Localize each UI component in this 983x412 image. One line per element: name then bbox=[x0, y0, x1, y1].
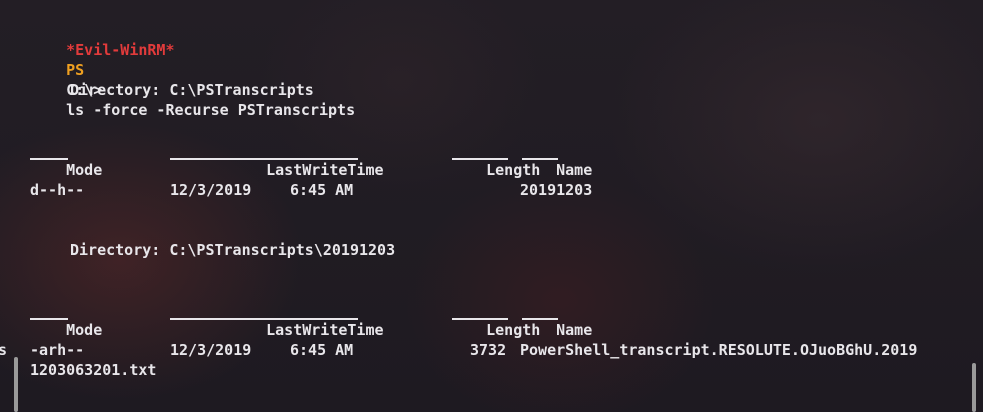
row-date-2: 12/3/2019 bbox=[170, 341, 252, 359]
header-underline bbox=[452, 158, 508, 160]
header-underline bbox=[522, 158, 558, 160]
header-underline bbox=[522, 318, 558, 320]
row-length-2: 3732 bbox=[470, 341, 507, 359]
row-time-2: 6:45 AM bbox=[290, 341, 354, 359]
header-lastwrite-1: LastWriteTime bbox=[170, 140, 384, 179]
header-name-2: Name bbox=[520, 300, 592, 339]
row-name-2-wrap: 1203063201.txt bbox=[30, 361, 157, 379]
terminal-window[interactable]: *Evil-WinRM* PS C:\> ls -force -Recurse … bbox=[0, 0, 983, 412]
header-underline bbox=[170, 318, 358, 320]
prompt-line: *Evil-WinRM* PS C:\> ls -force -Recurse … bbox=[30, 20, 355, 119]
directory-heading-1: Directory: C:\PSTranscripts bbox=[70, 81, 314, 99]
header-mode-text: Mode bbox=[66, 321, 103, 339]
header-underline bbox=[452, 318, 508, 320]
prompt-ps: PS bbox=[66, 61, 85, 79]
prompt-evil-winrm: *Evil-WinRM* bbox=[66, 41, 175, 59]
left-scrollbar[interactable] bbox=[14, 357, 18, 412]
row-time-1: 6:45 AM bbox=[290, 181, 354, 199]
header-mode-1: Mode bbox=[30, 140, 102, 179]
header-underline bbox=[170, 158, 358, 160]
row-mode-1: d--h-- bbox=[30, 181, 85, 199]
right-scrollbar[interactable] bbox=[972, 363, 976, 412]
header-lastwrite-text: LastWriteTime bbox=[266, 321, 384, 339]
row-mode-2: -arh-- bbox=[30, 341, 85, 359]
header-name-1: Name bbox=[520, 140, 592, 179]
row-name-2: PowerShell_transcript.RESOLUTE.OJuoBGhU.… bbox=[520, 341, 918, 359]
header-mode-2: Mode bbox=[30, 300, 102, 339]
header-name-text: Name bbox=[556, 321, 593, 339]
header-lastwrite-2: LastWriteTime bbox=[170, 300, 384, 339]
row-date-1: 12/3/2019 bbox=[170, 181, 252, 199]
header-lastwrite-text: LastWriteTime bbox=[266, 161, 384, 179]
directory-heading-2: Directory: C:\PSTranscripts\20191203 bbox=[70, 241, 396, 259]
header-name-text: Name bbox=[556, 161, 593, 179]
row-name-1: 20191203 bbox=[520, 181, 593, 199]
left-edge-glyph: s bbox=[0, 341, 8, 359]
prompt-command: ls -force -Recurse PSTranscripts bbox=[66, 101, 356, 119]
header-underline bbox=[30, 318, 68, 320]
header-underline bbox=[30, 158, 68, 160]
header-mode-text: Mode bbox=[66, 161, 103, 179]
